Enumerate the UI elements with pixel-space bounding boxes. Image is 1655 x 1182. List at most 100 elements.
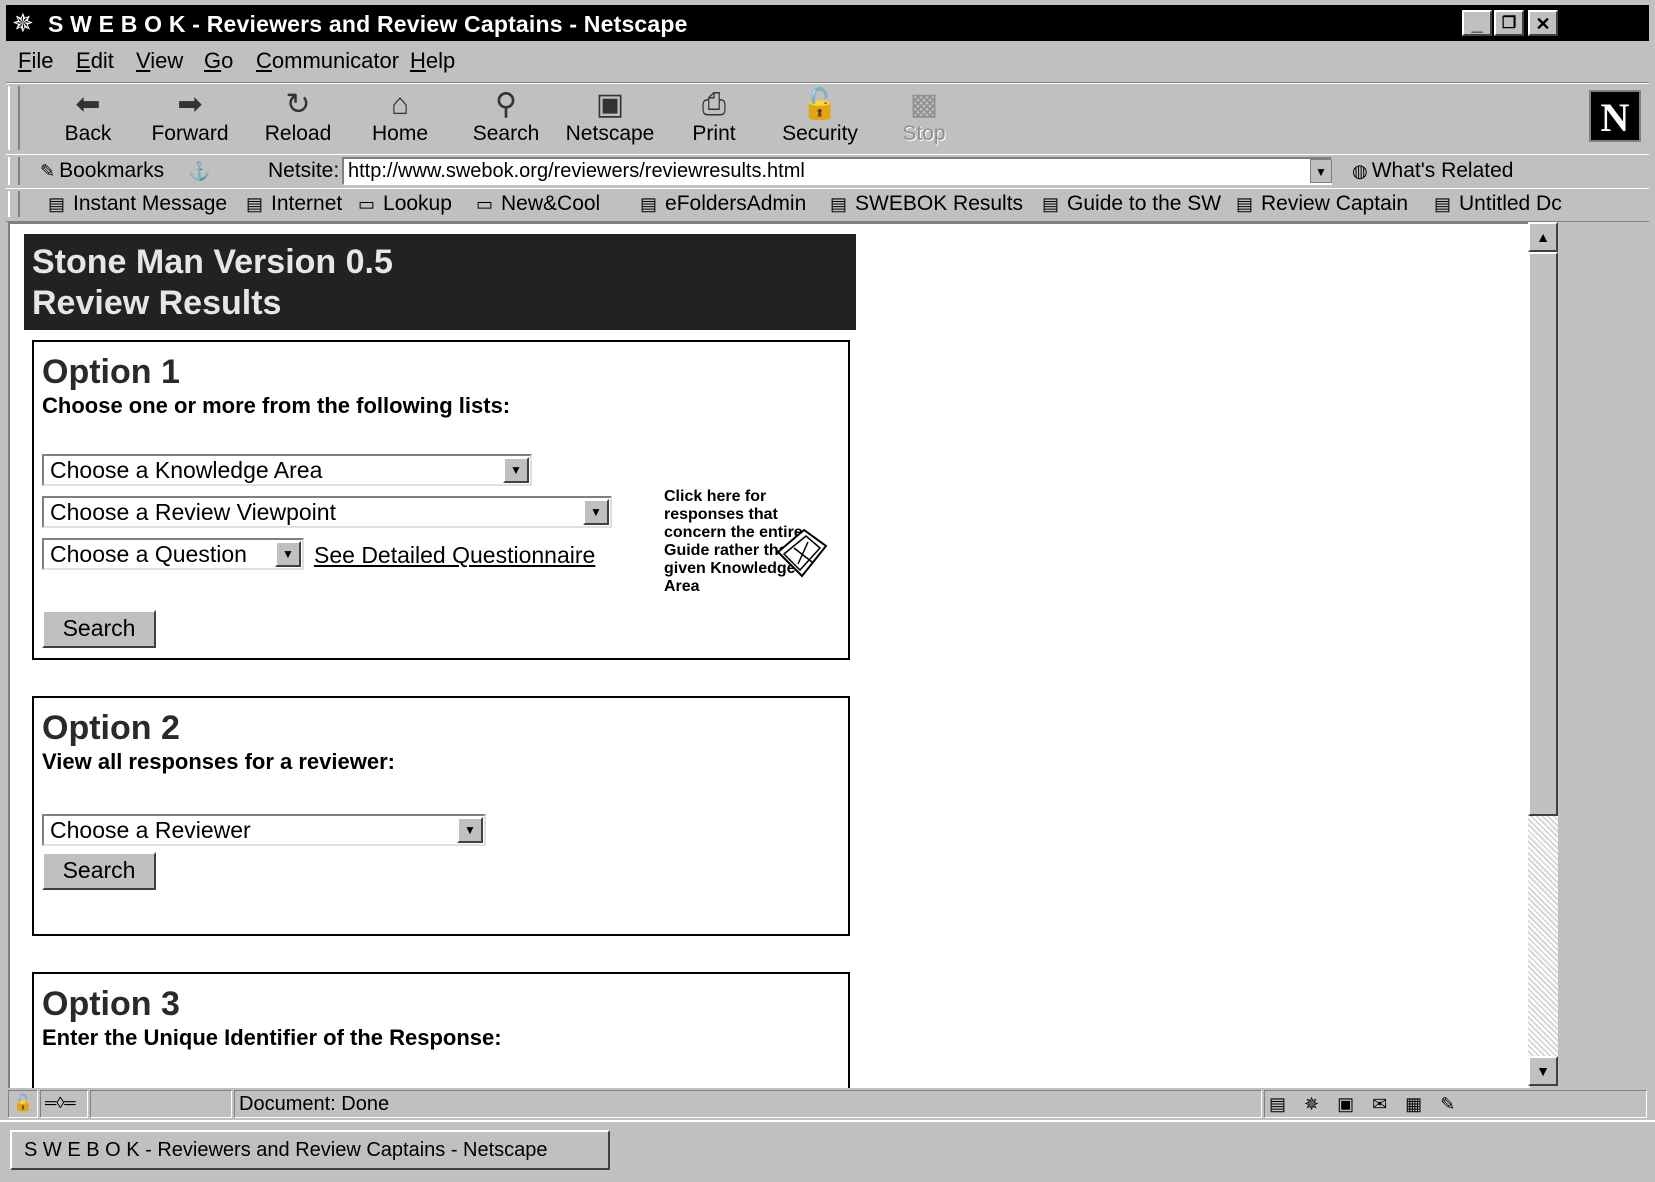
bookmark-swebok-results[interactable]: ▤ SWEBOK Results — [830, 191, 1023, 217]
home-button[interactable]: ⌂ Home — [352, 88, 448, 146]
status-bar: 🔓 ═◊═ Document: Done ▤✵▣✉▦✎ — [6, 1088, 1649, 1120]
whats-related-icon: ◍ — [1352, 161, 1368, 181]
home-label: Home — [371, 122, 429, 145]
my-netscape-icon: ▣ — [595, 88, 625, 121]
security-button[interactable]: 🔓 Security — [772, 88, 868, 146]
option-2-panel: Option 2 View all responses for a review… — [32, 696, 850, 936]
scroll-thumb[interactable] — [1528, 252, 1558, 816]
minimize-button[interactable]: _ — [1462, 10, 1492, 36]
option-2-search-button[interactable]: Search — [42, 852, 156, 890]
menu-go[interactable]: Go — [204, 48, 233, 74]
bookmark-folder-lookup[interactable]: ▭ Lookup — [358, 191, 452, 217]
guide-book-icon[interactable] — [774, 526, 830, 580]
back-label: Back — [64, 122, 112, 145]
menu-file[interactable]: File — [18, 48, 53, 74]
bookmarks-label: Bookmarks — [59, 159, 165, 182]
bookmark-guide-to-the-sw[interactable]: ▤ Guide to the SW — [1042, 191, 1221, 217]
bookmark-untitled[interactable]: ▤ Untitled Dc — [1434, 191, 1562, 217]
menu-help[interactable]: Help — [410, 48, 455, 74]
option-1-instructions: Choose one or more from the following li… — [42, 393, 511, 418]
menu-communicator[interactable]: Communicator — [256, 48, 399, 74]
my-netscape-label: Netscape — [565, 122, 655, 145]
bookmark-efolders-admin[interactable]: ▤ eFoldersAdmin — [640, 191, 806, 217]
page-content: Stone Man Version 0.5 Review Results Opt… — [8, 222, 1530, 1088]
review-viewpoint-select[interactable]: Choose a Review Viewpoint ▼ — [42, 496, 612, 528]
reload-icon: ↻ — [285, 88, 311, 121]
bookmark-label: SWEBOK Results — [855, 192, 1024, 215]
toolbar-grip[interactable] — [8, 157, 20, 185]
taskbar-netscape-window[interactable]: S W E B O K - Reviewers and Review Capta… — [10, 1130, 610, 1170]
progress-bar — [90, 1090, 232, 1118]
option-1-search-button[interactable]: Search — [42, 610, 156, 648]
whats-related-button[interactable]: ◍ What's Related — [1352, 158, 1513, 184]
connection-status-icon[interactable]: ═◊═ — [40, 1090, 88, 1118]
page-header: Stone Man Version 0.5 Review Results — [24, 234, 856, 330]
bookmark-instant-message[interactable]: ▤ Instant Message — [48, 191, 227, 217]
component-icons[interactable]: ▤✵▣✉▦✎ — [1269, 1094, 1473, 1114]
bookmark-label: Guide to the SW — [1067, 192, 1222, 215]
chevron-down-icon[interactable]: ▼ — [503, 457, 529, 483]
drag-location-icon[interactable]: ⚓ — [188, 161, 210, 181]
toolbar-grip[interactable] — [8, 86, 20, 150]
reviewer-select[interactable]: Choose a Reviewer ▼ — [42, 814, 486, 846]
question-select[interactable]: Choose a Question ▼ — [42, 538, 304, 570]
reload-button[interactable]: ↻ Reload — [250, 88, 346, 146]
bookmark-label: Review Captain — [1261, 192, 1409, 215]
back-button[interactable]: ⬅ Back — [40, 88, 136, 146]
chevron-down-icon[interactable]: ▼ — [457, 817, 483, 843]
option-1-title: Option 1 — [42, 353, 180, 391]
url-input[interactable]: http://www.swebok.org/reviewers/reviewre… — [342, 157, 1332, 185]
knowledge-area-select[interactable]: Choose a Knowledge Area ▼ — [42, 454, 532, 486]
bookmark-label: eFoldersAdmin — [665, 192, 807, 215]
netscape-logo[interactable]: N — [1589, 90, 1641, 142]
netsite-label: Netsite: — [268, 159, 340, 182]
search-icon: ⚲ — [495, 88, 517, 121]
chevron-down-icon[interactable]: ▼ — [275, 541, 301, 567]
url-history-dropdown[interactable]: ▼ — [1310, 159, 1332, 183]
bookmark-internet[interactable]: ▤ Internet — [246, 191, 342, 217]
print-button[interactable]: ⎙ Print — [666, 88, 762, 146]
detailed-questionnaire-link[interactable]: See Detailed Questionnaire — [314, 542, 595, 569]
back-arrow-icon: ⬅ — [75, 88, 101, 121]
scroll-up-button[interactable]: ▲ — [1528, 222, 1558, 252]
question-value: Choose a Question — [50, 541, 247, 567]
option-2-instructions: View all responses for a reviewer: — [42, 749, 395, 774]
menu-view[interactable]: View — [136, 48, 183, 74]
status-message: Document: Done — [234, 1090, 1262, 1118]
bookmark-folder-new-cool[interactable]: ▭ New&Cool — [476, 191, 600, 217]
stop-button[interactable]: ▩ Stop — [876, 88, 972, 146]
page-title: Stone Man Version 0.5 — [32, 243, 393, 281]
security-label: Security — [782, 122, 858, 145]
my-netscape-button[interactable]: ▣ Netscape — [562, 88, 658, 146]
option-3-panel: Option 3 Enter the Unique Identifier of … — [32, 972, 850, 1088]
location-toolbar: ✎ Bookmarks ⚓ Netsite: http://www.swebok.… — [6, 154, 1649, 189]
netscape-window-icon[interactable]: ✵ — [12, 9, 34, 37]
security-lock-status-icon[interactable]: 🔓 — [8, 1090, 38, 1118]
navigation-toolbar: ⬅ Back ➡ Forward ↻ Reload ⌂ Home ⚲ Searc… — [6, 83, 1649, 155]
bookmarks-button[interactable]: ✎ Bookmarks ⚓ — [40, 158, 210, 184]
printer-icon: ⎙ — [702, 88, 726, 121]
search-button[interactable]: ⚲ Search — [458, 88, 554, 146]
option-3-instructions: Enter the Unique Identifier of the Respo… — [42, 1025, 502, 1050]
chevron-down-icon[interactable]: ▼ — [583, 499, 609, 525]
menu-bar: File Edit View Go Communicator Help — [6, 42, 1649, 83]
restore-button[interactable]: ❐ — [1494, 10, 1524, 36]
scroll-down-button[interactable]: ▼ — [1528, 1056, 1558, 1086]
option-2-title: Option 2 — [42, 709, 180, 747]
toolbar-grip[interactable] — [8, 191, 20, 217]
bookmark-review-captain[interactable]: ▤ Review Captain — [1236, 191, 1408, 217]
option-3-title: Option 3 — [42, 985, 180, 1023]
forward-label: Forward — [151, 122, 229, 145]
personal-toolbar: ▤ Instant Message ▤ Internet ▭ Lookup ▭ New&… — [6, 188, 1649, 222]
whats-related-label: What's Related — [1371, 159, 1514, 182]
close-button[interactable]: ✕ — [1528, 10, 1558, 36]
review-viewpoint-value: Choose a Review Viewpoint — [50, 499, 336, 525]
option-1-panel: Option 1 Choose one or more from the fol… — [32, 340, 850, 660]
stop-icon: ▩ — [909, 88, 939, 121]
forward-button[interactable]: ➡ Forward — [142, 88, 238, 146]
search-label: Search — [472, 122, 540, 145]
reviewer-value: Choose a Reviewer — [50, 817, 251, 843]
component-bar[interactable]: ▤✵▣✉▦✎ — [1264, 1090, 1647, 1118]
menu-edit[interactable]: Edit — [76, 48, 114, 74]
vertical-scrollbar[interactable]: ▲ ▼ — [1528, 222, 1558, 1086]
